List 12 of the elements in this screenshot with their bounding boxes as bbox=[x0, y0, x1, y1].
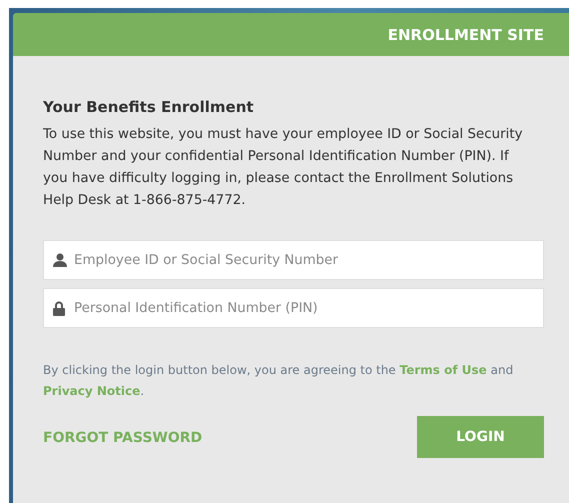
user-icon bbox=[53, 253, 67, 267]
consent-text: By clicking the login button below, you are agreeing to the Terms of Use and Privacy Notice. bbox=[43, 362, 514, 400]
input-field[interactable]: Employee ID or Social Security Number bbox=[43, 240, 544, 280]
input-field[interactable]: Personal Identification Number (PIN) bbox=[43, 288, 544, 328]
terms-link[interactable]: Terms of Use bbox=[400, 363, 487, 377]
instructions-text: To use this website, you must have your employee ID or Social Security Number and your confidential Personal Identification Number (PIN). If you have difficulty logging in, please contact the Enrollment Solutions Help Desk at 1-866-875-4772. bbox=[43, 126, 523, 210]
site-title: ENROLLMENT SITE bbox=[388, 26, 544, 44]
login-button[interactable]: LOGIN bbox=[417, 416, 544, 458]
forgot-password-link[interactable]: FORGOT PASSWORD bbox=[43, 430, 202, 446]
privacy-link[interactable]: Privacy Notice bbox=[43, 384, 140, 398]
section-heading: Your Benefits Enrollment bbox=[43, 98, 255, 116]
lock-icon bbox=[53, 300, 65, 316]
